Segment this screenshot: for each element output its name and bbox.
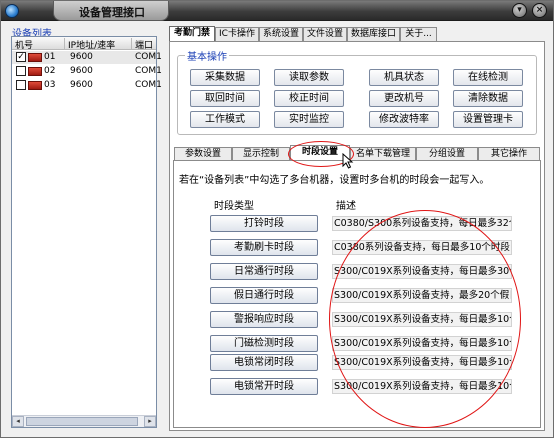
device-rate: 9600 bbox=[70, 66, 93, 76]
tab-system-settings[interactable]: 系统设置 bbox=[259, 27, 303, 41]
column-header-port[interactable]: 端口 bbox=[135, 38, 153, 51]
tab-file-settings[interactable]: 文件设置 bbox=[303, 27, 347, 41]
device-row[interactable]: 03 9600 COM1 bbox=[12, 79, 162, 92]
period-type-header: 时段类型 bbox=[214, 201, 254, 212]
read-params-button[interactable]: 读取参数 bbox=[274, 69, 344, 86]
device-port: COM1 bbox=[135, 66, 162, 76]
set-admin-card-button[interactable]: 设置管理卡 bbox=[453, 111, 523, 128]
period-description: S300/C019X系列设备支持，每日最多30个时段 bbox=[332, 264, 512, 279]
window-title: 设备管理接口 bbox=[79, 6, 145, 19]
collect-data-button[interactable]: 采集数据 bbox=[190, 69, 260, 86]
period-description: S300/C019X系列设备支持，最多20个假日日期 bbox=[332, 288, 512, 303]
tab-list-download[interactable]: 名单下载管理 bbox=[350, 147, 416, 160]
get-time-button[interactable]: 取回时间 bbox=[190, 90, 260, 107]
clear-data-button[interactable]: 清除数据 bbox=[453, 90, 523, 107]
device-id: 03 bbox=[44, 80, 56, 90]
period-hint-text: 若在“设备列表”中勾选了多台机器，设置时多台机的时段会一起写入。 bbox=[179, 175, 490, 186]
online-detect-button[interactable]: 在线检测 bbox=[453, 69, 523, 86]
device-port: COM1 bbox=[135, 80, 162, 90]
period-description: C0380系列设备支持，每日最多10个时段 bbox=[332, 240, 512, 255]
tab-other-ops[interactable]: 其它操作 bbox=[478, 147, 540, 160]
tab-about[interactable]: 关于... bbox=[400, 27, 437, 41]
tab-attendance-access[interactable]: 考勤门禁 bbox=[169, 26, 215, 42]
bell-period-button[interactable]: 打铃时段 bbox=[210, 215, 318, 232]
holiday-pass-period-button[interactable]: 假日通行时段 bbox=[210, 287, 318, 304]
column-header-id[interactable]: 机号 bbox=[15, 38, 33, 51]
sync-time-button[interactable]: 校正时间 bbox=[274, 90, 344, 107]
column-divider bbox=[64, 38, 65, 49]
change-baudrate-button[interactable]: 修改波特率 bbox=[369, 111, 439, 128]
device-rate: 9600 bbox=[70, 80, 93, 90]
device-checkbox[interactable] bbox=[16, 66, 26, 76]
tab-param-settings[interactable]: 参数设置 bbox=[174, 147, 232, 160]
tab-period-settings[interactable]: 时段设置 bbox=[290, 145, 350, 161]
horizontal-scrollbar[interactable]: ◂ ▸ bbox=[12, 415, 156, 427]
period-description: S300/C019X系列设备支持，每日最多10个时段 bbox=[332, 336, 512, 351]
scroll-right-icon[interactable]: ▸ bbox=[144, 416, 156, 427]
alarm-response-period-button[interactable]: 警报响应时段 bbox=[210, 311, 318, 328]
column-divider bbox=[131, 38, 132, 49]
attendance-period-button[interactable]: 考勤刷卡时段 bbox=[210, 239, 318, 256]
change-id-button[interactable]: 更改机号 bbox=[369, 90, 439, 107]
period-description: S300/C019X系列设备支持，每日最多10个时段 bbox=[332, 379, 512, 394]
period-description: S300/C019X系列设备支持，每日最多10个时段 bbox=[332, 355, 512, 370]
title-bar[interactable]: 设备管理接口 ▾ × bbox=[1, 1, 553, 21]
scroll-thumb[interactable] bbox=[26, 417, 138, 426]
door-sensor-period-button[interactable]: 门磁检测时段 bbox=[210, 335, 318, 352]
device-row[interactable]: 02 9600 COM1 bbox=[12, 65, 162, 78]
tab-display-control[interactable]: 显示控制 bbox=[232, 147, 290, 160]
period-description: S300/C019X系列设备支持，每日最多10个时段 bbox=[332, 312, 512, 327]
work-mode-button[interactable]: 工作模式 bbox=[190, 111, 260, 128]
device-port: COM1 bbox=[135, 52, 162, 62]
lock-closed-period-button[interactable]: 电锁常闭时段 bbox=[210, 354, 318, 371]
title-tab: 设备管理接口 bbox=[53, 1, 169, 21]
column-header-ip[interactable]: IP地址/速率 bbox=[68, 38, 115, 51]
lock-open-period-button[interactable]: 电锁常开时段 bbox=[210, 378, 318, 395]
device-status-button[interactable]: 机具状态 bbox=[369, 69, 439, 86]
device-list-header: 机号 IP地址/速率 端口 bbox=[12, 37, 156, 51]
device-icon bbox=[28, 81, 42, 90]
close-icon[interactable]: × bbox=[532, 3, 547, 18]
daily-pass-period-button[interactable]: 日常通行时段 bbox=[210, 263, 318, 280]
app-window: 设备管理接口 ▾ × 设备列表 机号 IP地址/速率 端口 ✓ 01 9600 … bbox=[0, 0, 554, 438]
app-logo-icon bbox=[5, 4, 19, 18]
device-checkbox[interactable]: ✓ bbox=[16, 52, 26, 62]
device-list[interactable]: 机号 IP地址/速率 端口 ✓ 01 9600 COM1 02 9600 COM… bbox=[11, 36, 162, 428]
device-icon bbox=[28, 67, 42, 76]
tab-ic-card[interactable]: IC卡操作 bbox=[215, 27, 259, 41]
period-desc-header: 描述 bbox=[336, 201, 356, 212]
basic-ops-title: 基本操作 bbox=[185, 48, 229, 63]
minimize-icon[interactable]: ▾ bbox=[512, 3, 527, 18]
tab-database-interface[interactable]: 数据库接口 bbox=[347, 27, 400, 41]
device-rate: 9600 bbox=[70, 52, 93, 62]
device-checkbox[interactable] bbox=[16, 80, 26, 90]
device-icon bbox=[28, 53, 42, 62]
scroll-left-icon[interactable]: ◂ bbox=[12, 416, 24, 427]
tab-group-settings[interactable]: 分组设置 bbox=[416, 147, 478, 160]
realtime-monitor-button[interactable]: 实时监控 bbox=[274, 111, 344, 128]
device-id: 02 bbox=[44, 66, 56, 76]
device-id: 01 bbox=[44, 52, 56, 62]
period-description: C0380/S300系列设备支持，每日最多32个时段 bbox=[332, 216, 512, 231]
device-row[interactable]: ✓ 01 9600 COM1 bbox=[12, 51, 162, 64]
mouse-cursor-icon bbox=[342, 153, 354, 169]
